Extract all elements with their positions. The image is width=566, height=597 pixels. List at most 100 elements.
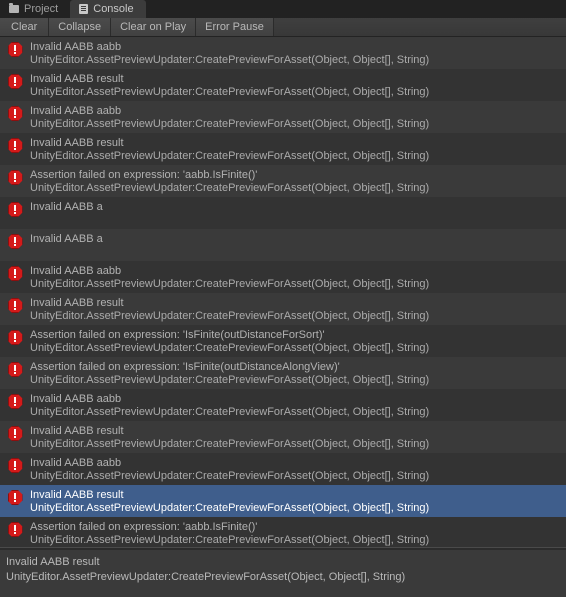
log-entry-message: Invalid AABB result [30, 137, 124, 149]
log-entry-text: Invalid AABB aabb UnityEditor.AssetPrevie… [30, 457, 566, 483]
unity-console-window: Project Console Clear Collapse Clear on … [0, 0, 566, 597]
log-entry-row[interactable]: Invalid AABB a [0, 229, 566, 261]
toolbar-spacer [273, 18, 566, 36]
log-entry-row[interactable]: Assertion failed on expression: 'aabb.Is… [0, 517, 566, 547]
error-icon [7, 234, 23, 249]
detail-message: Invalid AABB result [6, 556, 100, 568]
error-icon [7, 522, 23, 537]
folder-icon [9, 3, 19, 13]
error-icon [7, 362, 23, 377]
log-entry-message: Invalid AABB aabb [30, 265, 122, 277]
error-icon [7, 298, 23, 313]
error-icon [7, 138, 23, 153]
error-icon [7, 74, 23, 89]
log-entry-message: Invalid AABB aabb [30, 457, 122, 469]
log-entry-text: Invalid AABB aabb UnityEditor.AssetPrevie… [30, 105, 566, 131]
log-entry-message: Invalid AABB result [30, 73, 124, 85]
collapse-button[interactable]: Collapse [49, 18, 112, 36]
error-icon [7, 330, 23, 345]
log-entry-text: Invalid AABB result UnityEditor.AssetPrev… [30, 137, 566, 163]
log-entry-text: Invalid AABB aabb UnityEditor.AssetPrevie… [30, 393, 566, 419]
log-entry-icon-cell [0, 105, 30, 121]
log-entry-icon-cell [0, 41, 30, 57]
log-entry-icon-cell [0, 489, 30, 505]
clear-button[interactable]: Clear [0, 18, 50, 36]
error-icon [7, 106, 23, 121]
log-entry-row[interactable]: Invalid AABB a [0, 197, 566, 229]
log-entry-row[interactable]: Invalid AABB result UnityEditor.AssetPrev… [0, 69, 566, 101]
log-entry-row[interactable]: Invalid AABB result UnityEditor.AssetPrev… [0, 293, 566, 325]
detail-stacktrace: UnityEditor.AssetPreviewUpdater:CreatePr… [6, 571, 406, 583]
log-entry-row[interactable]: Invalid AABB result UnityEditor.AssetPrev… [0, 133, 566, 165]
tab-project[interactable]: Project [0, 0, 70, 18]
log-entry-message: Invalid AABB result [30, 489, 124, 501]
log-entry-icon-cell [0, 297, 30, 313]
tab-console-label: Console [93, 3, 134, 15]
log-entry-stacktrace: UnityEditor.AssetPreviewUpdater:CreatePr… [30, 438, 430, 450]
log-entry-message: Invalid AABB aabb [30, 105, 122, 117]
error-icon [7, 426, 23, 441]
error-icon [7, 202, 23, 217]
log-entry-text: Invalid AABB aabb UnityEditor.AssetPrevie… [30, 265, 566, 291]
log-entry-message: Invalid AABB result [30, 297, 124, 309]
console-toolbar: Clear Collapse Clear on Play Error Pause [0, 18, 566, 37]
log-entry-icon-cell [0, 201, 30, 217]
log-entry-message: Invalid AABB a [30, 201, 103, 213]
log-entry-stacktrace: UnityEditor.AssetPreviewUpdater:CreatePr… [30, 54, 430, 66]
log-entry-message: Invalid AABB aabb [30, 41, 122, 53]
log-entry-icon-cell [0, 329, 30, 345]
log-entry-icon-cell [0, 137, 30, 153]
log-entry-row[interactable]: Assertion failed on expression: 'IsFinit… [0, 325, 566, 357]
log-entry-stacktrace: UnityEditor.AssetPreviewUpdater:CreatePr… [30, 534, 430, 546]
log-entry-icon-cell [0, 393, 30, 409]
log-entry-message: Invalid AABB aabb [30, 393, 122, 405]
log-entry-icon-cell [0, 521, 30, 537]
clear-on-play-button[interactable]: Clear on Play [111, 18, 197, 36]
log-entry-text: Invalid AABB result UnityEditor.AssetPrev… [30, 489, 566, 515]
log-entry-stacktrace: UnityEditor.AssetPreviewUpdater:CreatePr… [30, 182, 430, 194]
log-entry-stacktrace: UnityEditor.AssetPreviewUpdater:CreatePr… [30, 118, 430, 130]
log-entry-row[interactable]: Invalid AABB aabb UnityEditor.AssetPrevie… [0, 453, 566, 485]
log-entry-row[interactable]: Invalid AABB aabb UnityEditor.AssetPrevie… [0, 37, 566, 69]
log-entry-row[interactable]: Invalid AABB result UnityEditor.AssetPrev… [0, 421, 566, 453]
log-entry-row[interactable]: Invalid AABB result UnityEditor.AssetPrev… [0, 485, 566, 517]
log-entry-icon-cell [0, 265, 30, 281]
tab-console[interactable]: Console [70, 0, 146, 18]
log-entry-stacktrace: UnityEditor.AssetPreviewUpdater:CreatePr… [30, 310, 430, 322]
log-entry-stacktrace: UnityEditor.AssetPreviewUpdater:CreatePr… [30, 86, 430, 98]
error-icon [7, 266, 23, 281]
log-entry-icon-cell [0, 457, 30, 473]
error-pause-button[interactable]: Error Pause [196, 18, 274, 36]
log-entry-stacktrace: UnityEditor.AssetPreviewUpdater:CreatePr… [30, 502, 430, 514]
log-entry-row[interactable]: Assertion failed on expression: 'aabb.Is… [0, 165, 566, 197]
tab-project-label: Project [24, 3, 59, 15]
log-entry-row[interactable]: Invalid AABB aabb UnityEditor.AssetPrevie… [0, 261, 566, 293]
log-entry-stacktrace: UnityEditor.AssetPreviewUpdater:CreatePr… [30, 406, 430, 418]
log-entry-text: Invalid AABB result UnityEditor.AssetPrev… [30, 425, 566, 451]
log-entry-text: Assertion failed on expression: 'aabb.Is… [30, 521, 566, 547]
error-icon [7, 394, 23, 409]
log-entry-row[interactable]: Assertion failed on expression: 'IsFinit… [0, 357, 566, 389]
error-icon [7, 42, 23, 57]
log-entry-icon-cell [0, 425, 30, 441]
log-entry-row[interactable]: Invalid AABB aabb UnityEditor.AssetPrevie… [0, 101, 566, 133]
tab-bar: Project Console [0, 0, 566, 18]
log-entry-stacktrace: UnityEditor.AssetPreviewUpdater:CreatePr… [30, 374, 430, 386]
log-entry-text: Assertion failed on expression: 'aabb.Is… [30, 169, 566, 195]
log-entry-message: Assertion failed on expression: 'aabb.Is… [30, 169, 258, 181]
log-entry-row[interactable]: Invalid AABB aabb UnityEditor.AssetPrevie… [0, 389, 566, 421]
log-entry-text: Invalid AABB result UnityEditor.AssetPrev… [30, 73, 566, 99]
log-entry-text: Invalid AABB aabb UnityEditor.AssetPrevie… [30, 41, 566, 67]
log-entry-message: Invalid AABB a [30, 233, 103, 245]
console-log-list[interactable]: Invalid AABB aabb UnityEditor.AssetPrevie… [0, 37, 566, 547]
error-icon [7, 170, 23, 185]
console-icon [79, 4, 89, 14]
log-entry-stacktrace: UnityEditor.AssetPreviewUpdater:CreatePr… [30, 150, 430, 162]
log-entry-stacktrace: UnityEditor.AssetPreviewUpdater:CreatePr… [30, 278, 430, 290]
log-entry-message: Assertion failed on expression: 'IsFinit… [30, 361, 340, 373]
log-entry-message: Invalid AABB result [30, 425, 124, 437]
error-icon [7, 490, 23, 505]
log-entry-text: Invalid AABB result UnityEditor.AssetPrev… [30, 297, 566, 323]
error-icon [7, 458, 23, 473]
message-detail-pane[interactable]: Invalid AABB result UnityEditor.AssetPre… [0, 550, 566, 597]
